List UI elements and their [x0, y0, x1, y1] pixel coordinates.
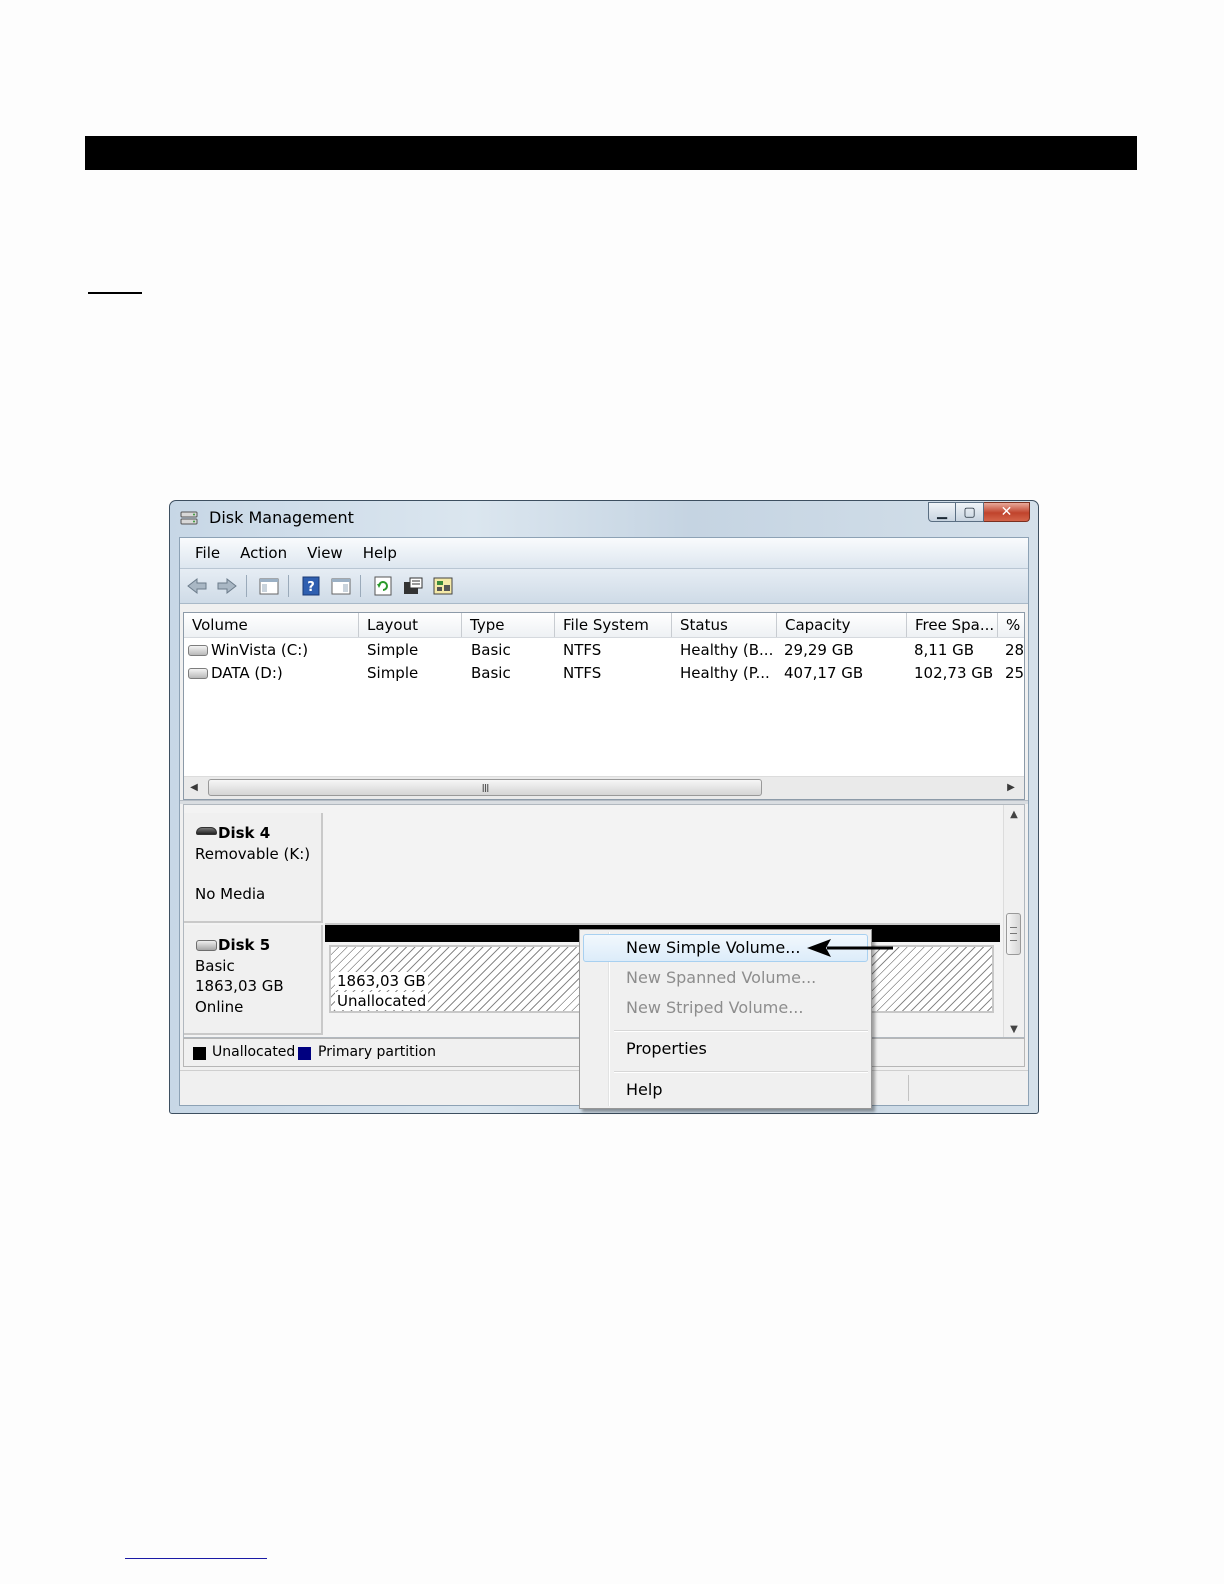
toolbar-separator — [288, 575, 289, 597]
cell-percent-free: 28 — [1005, 641, 1025, 659]
menu-action[interactable]: Action — [231, 544, 298, 562]
column-capacity[interactable]: Capacity — [777, 613, 907, 637]
disk-4-name: Disk 4 — [218, 824, 271, 842]
forward-icon[interactable] — [216, 576, 238, 596]
horizontal-scroll-thumb[interactable]: III — [208, 779, 762, 796]
scroll-left-icon[interactable]: ◀ — [187, 780, 201, 795]
disk-5-size: 1863,03 GB — [195, 977, 284, 995]
close-icon: ✕ — [1000, 504, 1013, 520]
disk-5-status: Online — [195, 998, 244, 1016]
column-layout[interactable]: Layout — [359, 613, 462, 637]
svg-text:?: ? — [307, 580, 315, 595]
title-bar[interactable]: Disk Management ▁ ▢ ✕ — [170, 501, 1038, 537]
status-separator — [908, 1075, 909, 1101]
disk-4-type: Removable (K:) — [195, 845, 311, 863]
close-button[interactable]: ✕ — [984, 502, 1030, 522]
toolbar: ? — [180, 569, 1028, 604]
column-file-system[interactable]: File System — [555, 613, 672, 637]
menu-help[interactable]: Help — [354, 544, 408, 562]
disk-4-area — [325, 813, 1000, 925]
disk-4-media-status: No Media — [195, 885, 266, 903]
minimize-button[interactable]: ▁ — [928, 502, 956, 522]
cell-percent-free: 25 — [1005, 664, 1025, 682]
menu-separator — [614, 1071, 868, 1073]
refresh-icon[interactable] — [372, 576, 394, 596]
cell-file-system: NTFS — [563, 641, 602, 659]
scroll-grip-icon: III — [481, 782, 490, 795]
volume-list-header: Volume Layout Type File System Status Ca… — [184, 613, 1024, 638]
menu-file[interactable]: File — [186, 544, 231, 562]
column-volume[interactable]: Volume — [184, 613, 359, 637]
cell-status: Healthy (P... — [680, 664, 770, 682]
vertical-scrollbar[interactable]: ▲ ▼ — [1003, 805, 1024, 1037]
table-row[interactable]: DATA (D:) Simple Basic NTFS Healthy (P..… — [184, 662, 1024, 685]
menu-bar: File Action View Help — [180, 538, 1028, 569]
partition-label: Unallocated — [335, 992, 429, 1010]
disk-5-type: Basic — [195, 957, 235, 975]
scroll-grip-icon — [1010, 927, 1017, 941]
menu-separator — [614, 1030, 868, 1032]
show-hide-action-pane-icon[interactable] — [330, 576, 352, 596]
maximize-icon: ▢ — [963, 504, 976, 520]
legend-primary-swatch — [298, 1047, 311, 1060]
menu-item-help[interactable]: Help — [583, 1076, 868, 1104]
pointer-arrow-icon — [807, 939, 893, 957]
toolbar-separator — [246, 575, 247, 597]
cell-capacity: 407,17 GB — [784, 664, 864, 682]
cell-file-system: NTFS — [563, 664, 602, 682]
window-controls: ▁ ▢ ✕ — [928, 502, 1030, 523]
cell-free-space: 102,73 GB — [914, 664, 994, 682]
menu-item-new-striped-volume[interactable]: New Striped Volume... — [583, 994, 868, 1022]
maximize-button[interactable]: ▢ — [956, 502, 984, 522]
scroll-right-icon[interactable]: ▶ — [1004, 780, 1018, 795]
disk-4-label[interactable]: Disk 4 Removable (K:) No Media — [184, 813, 323, 923]
column-percent-free[interactable]: % F — [998, 613, 1024, 637]
disk-5-label[interactable]: Disk 5 Basic 1863,03 GB Online — [184, 925, 323, 1035]
scroll-up-icon[interactable]: ▲ — [1007, 809, 1021, 820]
drive-icon — [188, 645, 208, 656]
legend-primary-label: Primary partition — [318, 1044, 436, 1060]
column-status[interactable]: Status — [672, 613, 777, 637]
minimize-icon: ▁ — [937, 504, 947, 520]
cell-layout: Simple — [367, 641, 419, 659]
disk-5-name: Disk 5 — [218, 936, 271, 954]
legend-unallocated-swatch — [193, 1047, 206, 1060]
hard-disk-icon — [196, 940, 217, 951]
cell-volume: DATA (D:) — [211, 664, 283, 682]
cell-capacity: 29,29 GB — [784, 641, 854, 659]
removable-disk-icon — [196, 827, 217, 835]
cell-volume: WinVista (C:) — [211, 641, 309, 659]
rescan-disks-icon[interactable] — [432, 576, 454, 596]
cell-layout: Simple — [367, 664, 419, 682]
menu-item-properties[interactable]: Properties — [583, 1035, 868, 1063]
horizontal-scrollbar[interactable]: ◀ III ▶ — [184, 776, 1024, 799]
column-type[interactable]: Type — [462, 613, 555, 637]
document-underline — [88, 292, 142, 294]
drive-icon — [188, 668, 208, 679]
document-header-bar — [85, 136, 1137, 170]
cell-status: Healthy (B... — [680, 641, 774, 659]
properties-icon[interactable] — [402, 576, 424, 596]
cell-type: Basic — [471, 664, 511, 682]
menu-item-new-spanned-volume[interactable]: New Spanned Volume... — [583, 964, 868, 992]
back-icon[interactable] — [186, 576, 208, 596]
show-hide-console-tree-icon[interactable] — [258, 576, 280, 596]
table-row[interactable]: WinVista (C:) Simple Basic NTFS Healthy … — [184, 639, 1024, 662]
cell-type: Basic — [471, 641, 511, 659]
scroll-down-icon[interactable]: ▼ — [1007, 1024, 1021, 1035]
disk-management-icon — [180, 511, 198, 525]
legend-unallocated-label: Unallocated — [212, 1044, 296, 1060]
menu-view[interactable]: View — [298, 544, 354, 562]
vertical-scroll-thumb[interactable] — [1006, 913, 1021, 955]
partition-size: 1863,03 GB — [335, 972, 428, 990]
cell-free-space: 8,11 GB — [914, 641, 975, 659]
toolbar-separator — [360, 575, 361, 597]
column-free-space[interactable]: Free Spa... — [907, 613, 998, 637]
volume-list: Volume Layout Type File System Status Ca… — [183, 612, 1025, 800]
document-footnote-line — [125, 1558, 267, 1559]
window-title: Disk Management — [209, 508, 354, 527]
help-icon[interactable]: ? — [300, 576, 322, 596]
